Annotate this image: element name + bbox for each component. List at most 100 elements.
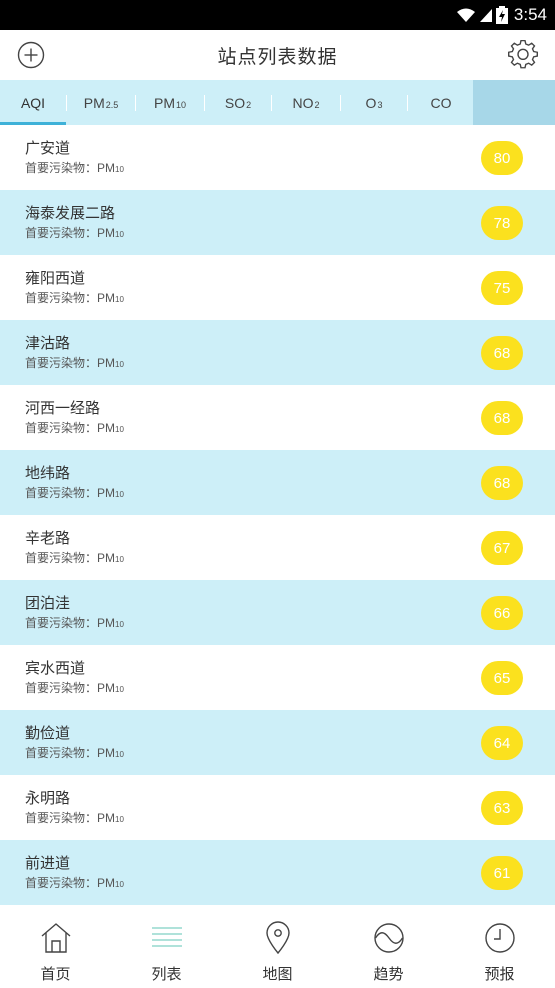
- tab-subscript: 2: [246, 99, 252, 110]
- tab-subscript: 10: [175, 99, 186, 110]
- battery-icon: [495, 6, 508, 24]
- station-name: 前进道: [25, 853, 71, 872]
- list-item[interactable]: 辛老路 首要污染物：PM10 67: [0, 515, 555, 580]
- pollutant-subscript: 10: [115, 294, 124, 304]
- tab-aqi[interactable]: AQI: [0, 80, 66, 125]
- station-name: 广安道: [25, 138, 71, 157]
- pollutant-label: 首要污染物：PM: [25, 485, 116, 500]
- station-name: 海泰发展二路: [25, 203, 116, 222]
- primary-pollutant: 首要污染物：PM10: [25, 290, 555, 308]
- nav-label: 预报: [484, 965, 515, 983]
- list-item[interactable]: 勤俭道 首要污染物：PM10 64: [0, 710, 555, 775]
- station-name: 永明路: [25, 788, 71, 807]
- pollutant-subscript: 10: [115, 749, 124, 759]
- pollutant-label: 首要污染物：PM: [25, 680, 116, 695]
- aqi-badge: 68: [481, 466, 523, 500]
- nav-label: 趋势: [373, 965, 404, 983]
- clock-icon: [483, 921, 517, 955]
- home-icon: [39, 921, 73, 955]
- tab-label: O: [365, 94, 377, 111]
- station-name: 宾水西道: [25, 658, 86, 677]
- pollutant-label: 首要污染物：PM: [25, 550, 116, 565]
- primary-pollutant: 首要污染物：PM10: [25, 615, 555, 633]
- wifi-icon: [456, 8, 475, 22]
- add-circle-icon: [17, 41, 45, 69]
- aqi-badge: 67: [481, 531, 523, 565]
- tab-o3[interactable]: O3: [341, 80, 407, 125]
- tab-subscript: 2.5: [105, 99, 119, 110]
- list-item[interactable]: 津沽路 首要污染物：PM10 68: [0, 320, 555, 385]
- aqi-badge: 78: [481, 206, 523, 240]
- station-name: 辛老路: [25, 528, 71, 547]
- tab-co[interactable]: CO: [408, 80, 474, 125]
- nav-label: 地图: [262, 965, 293, 983]
- station-name: 地纬路: [25, 463, 71, 482]
- primary-pollutant: 首要污染物：PM10: [25, 355, 555, 373]
- pollutant-subscript: 10: [115, 359, 124, 369]
- nav-trend[interactable]: 趋势: [333, 905, 444, 988]
- primary-pollutant: 首要污染物：PM10: [25, 680, 555, 698]
- list-item[interactable]: 前进道 首要污染物：PM10 61: [0, 840, 555, 905]
- pollutant-label: 首要污染物：PM: [25, 810, 116, 825]
- list-item[interactable]: 雍阳西道 首要污染物：PM10 75: [0, 255, 555, 320]
- station-list: 广安道 首要污染物：PM10 80 海泰发展二路 首要污染物：PM10 78 雍…: [0, 125, 555, 905]
- primary-pollutant: 首要污染物：PM10: [25, 745, 555, 763]
- nav-home[interactable]: 首页: [0, 905, 111, 988]
- pollutant-tabs: AQI PM 2.5 PM 10 SO 2 NO 2 O3 CO: [0, 80, 555, 125]
- list-item[interactable]: 地纬路 首要污染物：PM10 68: [0, 450, 555, 515]
- status-time: 3:54: [513, 5, 547, 24]
- status-bar: 3:54: [0, 0, 555, 30]
- list-item[interactable]: 宾水西道 首要污染物：PM10 65: [0, 645, 555, 710]
- tab-no2[interactable]: NO 2: [272, 80, 340, 125]
- list-item[interactable]: 海泰发展二路 首要污染物：PM10 78: [0, 190, 555, 255]
- station-name: 河西一经路: [25, 398, 101, 417]
- tab-label: PM: [83, 94, 105, 111]
- aqi-badge: 61: [481, 856, 523, 890]
- pollutant-label: 首要污染物：PM: [25, 420, 116, 435]
- gear-icon: [508, 40, 538, 69]
- settings-button[interactable]: [507, 39, 539, 71]
- tab-subscript: 3: [377, 99, 383, 110]
- tab-label: NO: [292, 94, 314, 111]
- pollutant-subscript: 10: [115, 229, 124, 239]
- pollutant-subscript: 10: [115, 424, 124, 434]
- tab-label: CO: [430, 94, 452, 111]
- aqi-badge: 64: [481, 726, 523, 760]
- pollutant-subscript: 10: [115, 619, 124, 629]
- app-header: 站点列表数据: [0, 30, 555, 80]
- aqi-badge: 80: [481, 141, 523, 175]
- signal-icon: [479, 9, 492, 22]
- station-name: 津沽路: [25, 333, 71, 352]
- trend-icon: [372, 921, 406, 955]
- aqi-badge: 65: [481, 661, 523, 695]
- nav-map[interactable]: 地图: [222, 905, 333, 988]
- primary-pollutant: 首要污染物：PM10: [25, 810, 555, 828]
- primary-pollutant: 首要污染物：PM10: [25, 160, 555, 178]
- pollutant-subscript: 10: [115, 879, 124, 889]
- primary-pollutant: 首要污染物：PM10: [25, 550, 555, 568]
- primary-pollutant: 首要污染物：PM10: [25, 485, 555, 503]
- primary-pollutant: 首要污染物：PM10: [25, 420, 555, 438]
- list-item[interactable]: 河西一经路 首要污染物：PM10 68: [0, 385, 555, 450]
- station-name: 勤俭道: [25, 723, 71, 742]
- list-item[interactable]: 广安道 首要污染物：PM10 80: [0, 125, 555, 190]
- tab-pm25[interactable]: PM 2.5: [67, 80, 135, 125]
- add-button[interactable]: [16, 40, 46, 70]
- pollutant-label: 首要污染物：PM: [25, 225, 116, 240]
- tab-more-area[interactable]: [473, 80, 555, 125]
- nav-forecast[interactable]: 预报: [444, 905, 555, 988]
- primary-pollutant: 首要污染物：PM10: [25, 225, 555, 243]
- list-item[interactable]: 永明路 首要污染物：PM10 63: [0, 775, 555, 840]
- tab-so2[interactable]: SO 2: [205, 80, 271, 125]
- pollutant-label: 首要污染物：PM: [25, 875, 116, 890]
- tab-pm10[interactable]: PM 10: [136, 80, 204, 125]
- aqi-badge: 68: [481, 401, 523, 435]
- tab-label: SO: [224, 94, 246, 111]
- nav-list[interactable]: 列表: [111, 905, 222, 988]
- pollutant-label: 首要污染物：PM: [25, 745, 116, 760]
- aqi-badge: 75: [481, 271, 523, 305]
- list-item[interactable]: 团泊洼 首要污染物：PM10 66: [0, 580, 555, 645]
- pollutant-subscript: 10: [115, 554, 124, 564]
- aqi-badge: 66: [481, 596, 523, 630]
- pollutant-label: 首要污染物：PM: [25, 355, 116, 370]
